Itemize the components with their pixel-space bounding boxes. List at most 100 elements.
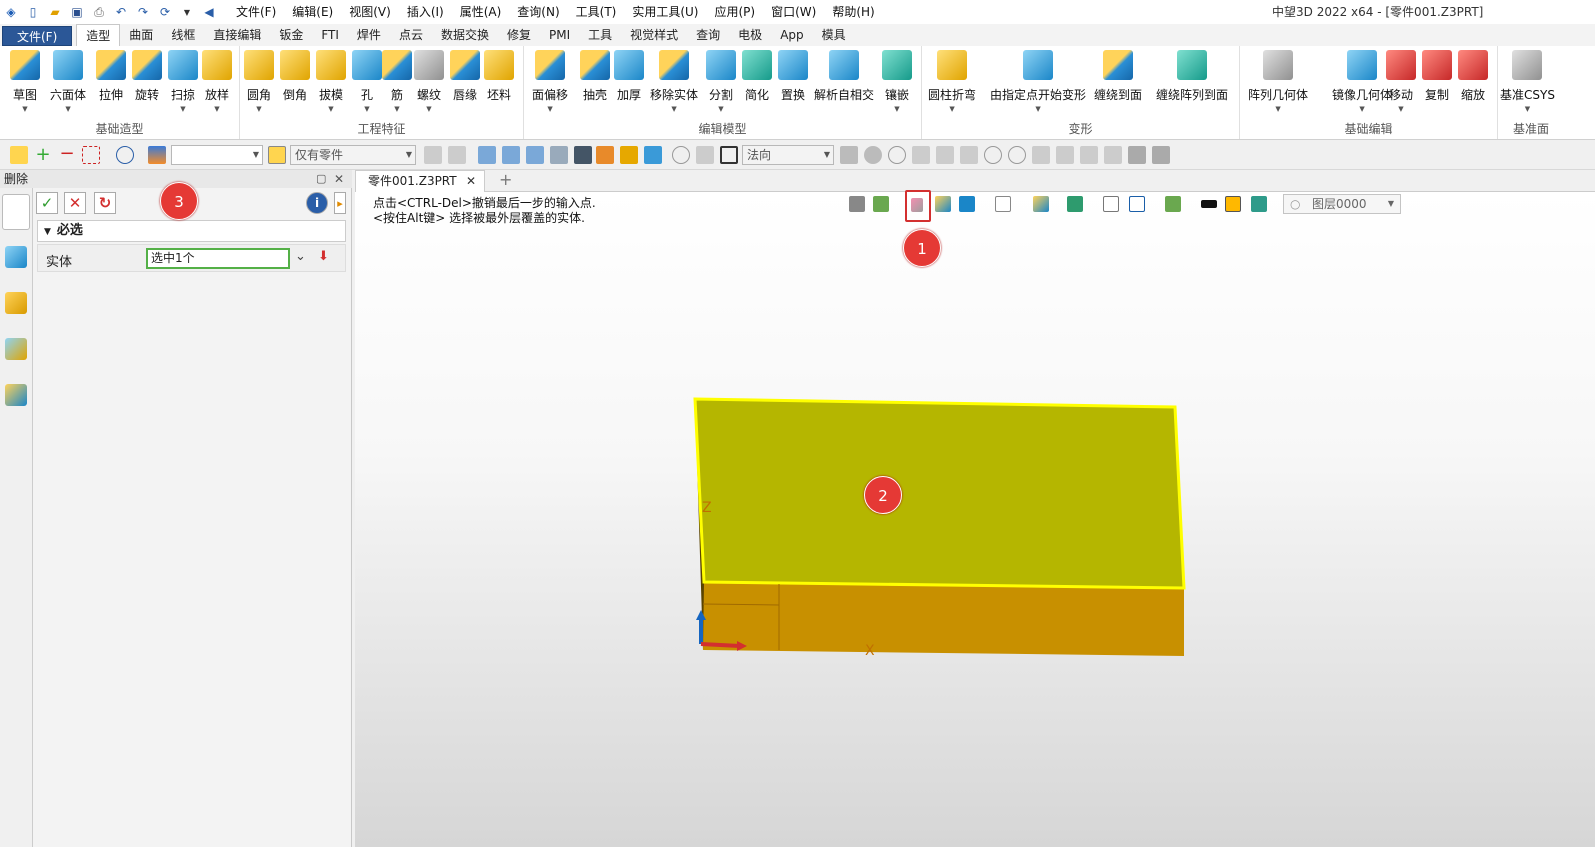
play-icon[interactable]	[888, 146, 906, 164]
tab-electrode[interactable]: 电极	[729, 24, 771, 46]
print-icon[interactable]: ⎙	[88, 0, 110, 24]
part-filter-icon[interactable]	[268, 146, 286, 164]
folder-icon[interactable]	[620, 146, 638, 164]
panel-pin-icon[interactable]: ▢	[316, 170, 326, 188]
tab-fti[interactable]: FTI	[312, 24, 348, 46]
polygon-select-icon[interactable]	[116, 146, 134, 164]
stock-button[interactable]: 坯料	[484, 50, 514, 103]
remove-solid-button[interactable]: 移除实体 ▼	[650, 50, 698, 113]
curve-icon[interactable]	[1032, 146, 1050, 164]
box-select-icon[interactable]	[82, 146, 100, 164]
menu-utilities[interactable]: 实用工具(U)	[624, 0, 706, 24]
new-file-icon[interactable]: ▯	[22, 0, 44, 24]
menu-edit[interactable]: 编辑(E)	[284, 0, 341, 24]
solid-front-face[interactable]	[703, 582, 1184, 656]
tab-tools[interactable]: 工具	[579, 24, 621, 46]
self-intersect-button[interactable]: 解析自相交	[814, 50, 874, 103]
thicken-button[interactable]: 加厚	[614, 50, 644, 103]
shell-button[interactable]: 抽壳	[580, 50, 610, 103]
tab-modeling[interactable]: 造型	[76, 24, 121, 46]
hole-button[interactable]: 孔 ▼	[352, 50, 382, 113]
back-arrow-icon[interactable]: ◀	[198, 0, 220, 24]
line-2-icon[interactable]	[960, 146, 978, 164]
cylinder-bend-button[interactable]: 圆柱折弯 ▼	[928, 50, 976, 113]
remove-icon[interactable]: −	[58, 145, 76, 164]
box-button[interactable]: 六面体 ▼	[50, 50, 86, 113]
pick-clear-icon[interactable]: ⬇	[318, 249, 329, 264]
graphics-viewport[interactable]: 点击<CTRL-Del>撤销最后一步的输入点. <按住Alt键> 选择被最外层覆…	[355, 190, 1595, 847]
part-icon[interactable]	[5, 292, 27, 314]
close-tab-icon[interactable]: ✕	[466, 171, 476, 191]
select-mode-2-icon[interactable]	[502, 146, 520, 164]
sketch-button[interactable]: 草图 ▼	[10, 50, 40, 113]
pattern-geometry-button[interactable]: 阵列几何体 ▼	[1248, 50, 1308, 113]
arc-icon[interactable]	[1080, 146, 1098, 164]
select-arrow-icon[interactable]	[574, 146, 592, 164]
open-file-icon[interactable]: ▰	[44, 0, 66, 24]
loft-button[interactable]: 放样 ▼	[202, 50, 232, 113]
rotate-view-icon[interactable]	[672, 146, 690, 164]
filter-type-combo[interactable]: ▼	[171, 145, 263, 165]
collapse-icon[interactable]: ▼	[44, 227, 51, 237]
menu-insert[interactable]: 插入(I)	[399, 0, 452, 24]
wave-icon[interactable]	[1056, 146, 1074, 164]
tab-direct-edit[interactable]: 直接编辑	[204, 24, 270, 46]
points-icon[interactable]	[912, 146, 930, 164]
stop-icon[interactable]	[720, 146, 738, 164]
copy-button[interactable]: 复制	[1422, 50, 1452, 103]
fillet-button[interactable]: 圆角 ▼	[244, 50, 274, 113]
select-mode-3-icon[interactable]	[526, 146, 544, 164]
cancel-button[interactable]: ✕	[64, 192, 86, 214]
pan-icon[interactable]	[696, 146, 714, 164]
new-tab-icon[interactable]: +	[499, 170, 512, 190]
pen-icon[interactable]	[1104, 146, 1122, 164]
menu-query[interactable]: 查询(N)	[509, 0, 567, 24]
scale-button[interactable]: 缩放	[1458, 50, 1488, 103]
rib-button[interactable]: 筋 ▼	[382, 50, 412, 113]
filter-option-2-icon[interactable]	[448, 146, 466, 164]
add-icon[interactable]: +	[34, 146, 52, 164]
export-icon[interactable]	[644, 146, 662, 164]
expand-button[interactable]: ▸	[334, 192, 346, 214]
filter-option-icon[interactable]	[424, 146, 442, 164]
mirror-geometry-button[interactable]: 镜像几何体 ▼	[1332, 50, 1392, 113]
part-filter-combo[interactable]: 仅有零件 ▼	[290, 145, 416, 165]
info-button[interactable]: i	[306, 192, 328, 214]
document-tab[interactable]: 零件001.Z3PRT ✕	[355, 170, 485, 192]
point-deform-button[interactable]: 由指定点开始变形 ▼	[990, 50, 1086, 113]
menu-file[interactable]: 文件(F)	[228, 0, 284, 24]
chamfer-button[interactable]: 倒角	[280, 50, 310, 103]
selected-top-face[interactable]	[693, 397, 1186, 590]
tab-pmi[interactable]: PMI	[540, 24, 579, 46]
face-offset-button[interactable]: 面偏移 ▼	[532, 50, 568, 113]
panel-close-icon[interactable]: ✕	[334, 170, 344, 188]
wrap-pattern-button[interactable]: 缠绕阵列到面	[1156, 50, 1228, 103]
history-tree-icon[interactable]	[5, 246, 27, 268]
tab-app[interactable]: App	[771, 24, 812, 46]
filter-icon[interactable]	[148, 146, 166, 164]
undo-icon[interactable]: ↶	[110, 0, 132, 24]
inlay-button[interactable]: 镶嵌 ▼	[882, 50, 912, 113]
menu-view[interactable]: 视图(V)	[341, 0, 399, 24]
lip-button[interactable]: 唇缘	[450, 50, 480, 103]
simplify-button[interactable]: 简化	[742, 50, 772, 103]
select-mode-1-icon[interactable]	[478, 146, 496, 164]
tab-visual-style[interactable]: 视觉样式	[621, 24, 687, 46]
redo-icon[interactable]: ↷	[132, 0, 154, 24]
move-button[interactable]: 移动 ▼	[1386, 50, 1416, 113]
wrap-to-face-button[interactable]: 缠绕到面	[1094, 50, 1142, 103]
datum-csys-button[interactable]: 基准CSYS ▼	[1500, 50, 1555, 113]
circle-2-icon[interactable]	[1008, 146, 1026, 164]
tab-data-exchange[interactable]: 数据交换	[432, 24, 498, 46]
tab-file[interactable]: 文件(F)	[2, 26, 73, 46]
menu-attribute[interactable]: 属性(A)	[452, 0, 510, 24]
menu-tools[interactable]: 工具(T)	[568, 0, 625, 24]
tab-surface[interactable]: 曲面	[120, 24, 162, 46]
circle-icon[interactable]	[984, 146, 1002, 164]
solid-model[interactable]: Z X	[355, 192, 1595, 847]
plane-2-icon[interactable]	[1152, 146, 1170, 164]
draft-button[interactable]: 拔模 ▼	[316, 50, 346, 113]
split-button[interactable]: 分割 ▼	[706, 50, 736, 113]
list-icon[interactable]	[596, 146, 614, 164]
tab-weldment[interactable]: 焊件	[348, 24, 390, 46]
